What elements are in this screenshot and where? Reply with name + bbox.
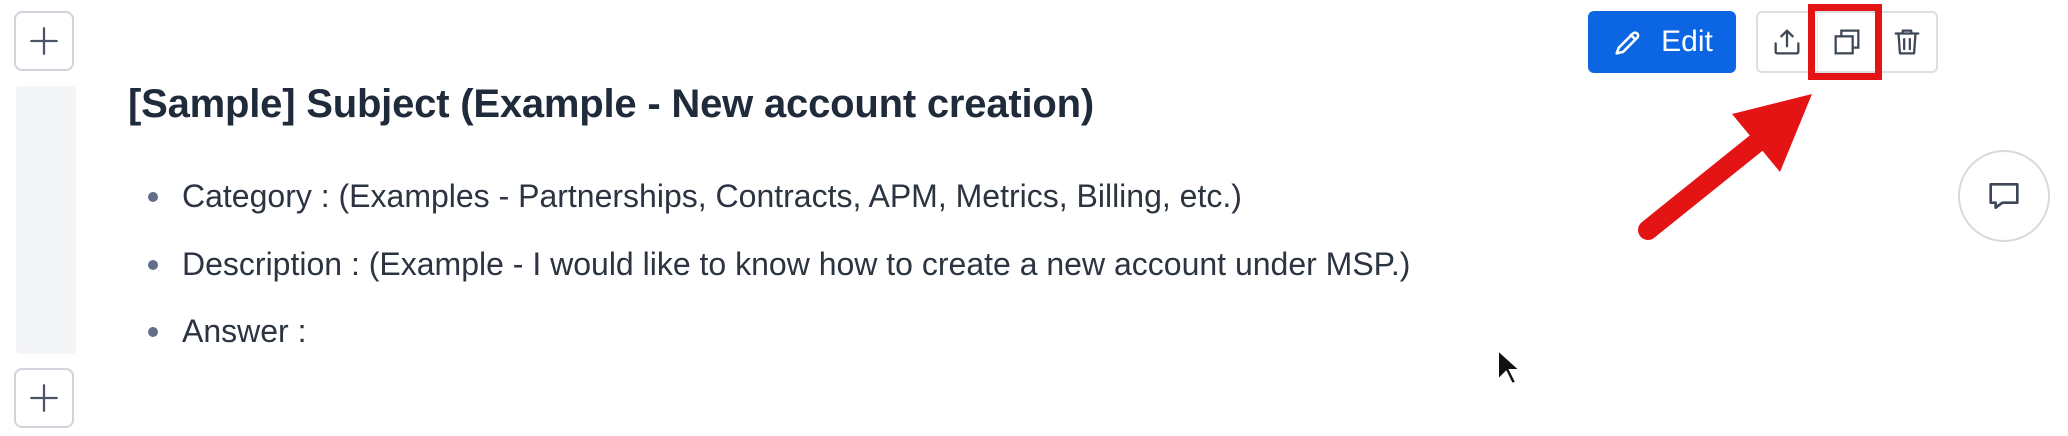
comment-icon xyxy=(1989,183,2019,209)
bullet xyxy=(148,259,158,270)
edit-button-label: Edit xyxy=(1661,25,1713,58)
share-icon xyxy=(1774,29,1800,55)
comment-button[interactable] xyxy=(1958,150,2050,242)
highlight-box xyxy=(1808,4,1882,80)
block-gutter xyxy=(16,86,76,354)
add-block-above-button[interactable] xyxy=(14,11,74,71)
arrow-icon xyxy=(1638,94,1812,240)
list-item: Description : (Example - I would like to… xyxy=(148,246,1411,283)
cursor-icon xyxy=(1497,348,1522,386)
delete-button[interactable] xyxy=(1876,13,1936,71)
bullet xyxy=(148,191,158,202)
bullet xyxy=(148,326,158,337)
list-item-text: Answer : xyxy=(182,313,307,349)
list-item: Category : (Examples - Partnerships, Con… xyxy=(148,178,1242,215)
trash-icon xyxy=(1894,29,1920,55)
add-block-below-button[interactable] xyxy=(14,368,74,428)
list-item: Answer : xyxy=(148,313,307,350)
list-item-text: Category : (Examples - Partnerships, Con… xyxy=(182,178,1242,214)
pencil-icon xyxy=(1615,31,1640,55)
plus-icon xyxy=(30,27,58,55)
block-title: [Sample] Subject (Example - New account … xyxy=(128,82,1094,126)
list-item-text: Description : (Example - I would like to… xyxy=(182,246,1411,282)
edit-button[interactable]: Edit xyxy=(1588,11,1736,73)
plus-icon xyxy=(30,384,58,412)
